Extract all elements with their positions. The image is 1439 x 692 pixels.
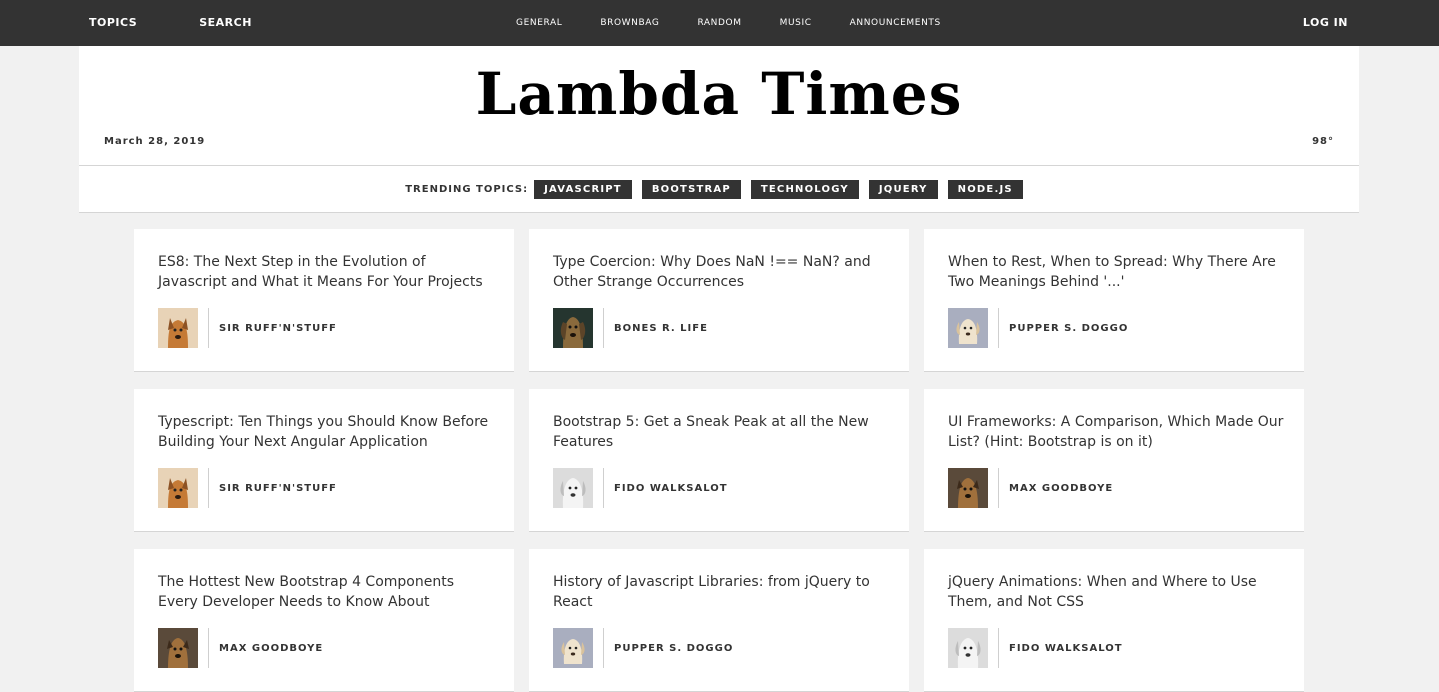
author-name[interactable]: MAX GOODBOYE xyxy=(219,643,323,654)
article-author: FIDO WALKSALOT xyxy=(553,468,728,508)
article-headline[interactable]: When to Rest, When to Spread: Why There … xyxy=(948,252,1288,292)
nav-link-brownbag[interactable]: BROWNBAG xyxy=(600,18,659,28)
author-name[interactable]: SIR RUFF'N'STUFF xyxy=(219,323,337,334)
author-avatar-icon xyxy=(948,308,988,348)
article-card[interactable]: When to Rest, When to Spread: Why There … xyxy=(924,229,1304,372)
article-headline[interactable]: ES8: The Next Step in the Evolution of J… xyxy=(158,252,498,292)
topic-tag-javascript[interactable]: JAVASCRIPT xyxy=(534,179,632,199)
author-avatar-icon xyxy=(553,468,593,508)
article-headline[interactable]: jQuery Animations: When and Where to Use… xyxy=(948,572,1288,612)
author-avatar-icon xyxy=(948,468,988,508)
author-name[interactable]: FIDO WALKSALOT xyxy=(614,483,728,494)
nav-link-general[interactable]: GENERAL xyxy=(516,18,562,28)
author-avatar-icon xyxy=(948,628,988,668)
author-divider xyxy=(603,468,604,508)
article-headline[interactable]: UI Frameworks: A Comparison, Which Made … xyxy=(948,412,1288,452)
author-divider xyxy=(208,468,209,508)
topbar-left-links: TOPICS SEARCH xyxy=(89,16,252,29)
article-card[interactable]: ES8: The Next Step in the Evolution of J… xyxy=(134,229,514,372)
author-name[interactable]: PUPPER S. DOGGO xyxy=(614,643,733,654)
author-name[interactable]: SIR RUFF'N'STUFF xyxy=(219,483,337,494)
author-divider xyxy=(603,628,604,668)
author-divider xyxy=(998,628,999,668)
article-headline[interactable]: Type Coercion: Why Does NaN !== NaN? and… xyxy=(553,252,893,292)
article-card[interactable]: Type Coercion: Why Does NaN !== NaN? and… xyxy=(529,229,909,372)
author-divider xyxy=(603,308,604,348)
article-headline[interactable]: The Hottest New Bootstrap 4 Components E… xyxy=(158,572,498,612)
trending-topics-bar: TRENDING TOPICS: JAVASCRIPT BOOTSTRAP TE… xyxy=(79,166,1359,213)
author-name[interactable]: BONES R. LIFE xyxy=(614,323,708,334)
author-divider xyxy=(998,468,999,508)
topic-tag-bootstrap[interactable]: BOOTSTRAP xyxy=(641,179,741,199)
article-headline[interactable]: Bootstrap 5: Get a Sneak Peak at all the… xyxy=(553,412,893,452)
article-author: PUPPER S. DOGGO xyxy=(553,628,733,668)
article-card[interactable]: Bootstrap 5: Get a Sneak Peak at all the… xyxy=(529,389,909,532)
masthead: Lambda Times March 28, 2019 98° xyxy=(79,46,1359,166)
article-author: MAX GOODBOYE xyxy=(948,468,1113,508)
article-card[interactable]: UI Frameworks: A Comparison, Which Made … xyxy=(924,389,1304,532)
author-avatar-icon xyxy=(158,628,198,668)
topics-link[interactable]: TOPICS xyxy=(89,16,137,29)
article-card[interactable]: Typescript: Ten Things you Should Know B… xyxy=(134,389,514,532)
author-divider xyxy=(208,308,209,348)
article-card[interactable]: The Hottest New Bootstrap 4 Components E… xyxy=(134,549,514,692)
article-card[interactable]: jQuery Animations: When and Where to Use… xyxy=(924,549,1304,692)
author-avatar-icon xyxy=(158,308,198,348)
nav-link-announcements[interactable]: ANNOUNCEMENTS xyxy=(850,18,941,28)
article-author: SIR RUFF'N'STUFF xyxy=(158,308,337,348)
nav-link-random[interactable]: RANDOM xyxy=(697,18,741,28)
author-name[interactable]: FIDO WALKSALOT xyxy=(1009,643,1123,654)
trending-topics-label: TRENDING TOPICS: xyxy=(405,183,529,195)
author-name[interactable]: PUPPER S. DOGGO xyxy=(1009,323,1128,334)
author-avatar-icon xyxy=(158,468,198,508)
topic-tag-technology[interactable]: TECHNOLOGY xyxy=(750,179,859,199)
article-author: PUPPER S. DOGGO xyxy=(948,308,1128,348)
article-card[interactable]: History of Javascript Libraries: from jQ… xyxy=(529,549,909,692)
temperature-label: 98° xyxy=(1312,136,1334,147)
article-author: SIR RUFF'N'STUFF xyxy=(158,468,337,508)
article-author: BONES R. LIFE xyxy=(553,308,708,348)
article-author: MAX GOODBOYE xyxy=(158,628,323,668)
articles-grid: ES8: The Next Step in the Evolution of J… xyxy=(134,229,1304,692)
article-headline[interactable]: History of Javascript Libraries: from jQ… xyxy=(553,572,893,612)
author-divider xyxy=(998,308,999,348)
author-divider xyxy=(208,628,209,668)
topic-tag-jquery[interactable]: JQUERY xyxy=(868,179,938,199)
article-headline[interactable]: Typescript: Ten Things you Should Know B… xyxy=(158,412,498,452)
date-label: March 28, 2019 xyxy=(104,136,206,147)
author-name[interactable]: MAX GOODBOYE xyxy=(1009,483,1113,494)
search-link[interactable]: SEARCH xyxy=(199,16,252,29)
author-avatar-icon xyxy=(553,308,593,348)
login-link[interactable]: LOG IN xyxy=(1303,16,1348,29)
nav-link-music[interactable]: MUSIC xyxy=(780,18,812,28)
topbar-category-links: GENERAL BROWNBAG RANDOM MUSIC ANNOUNCEME… xyxy=(516,18,979,28)
top-navigation-bar: TOPICS SEARCH GENERAL BROWNBAG RANDOM MU… xyxy=(0,0,1439,46)
article-author: FIDO WALKSALOT xyxy=(948,628,1123,668)
author-avatar-icon xyxy=(553,628,593,668)
site-title: Lambda Times xyxy=(475,60,963,128)
topic-tag-nodejs[interactable]: NODE.JS xyxy=(947,179,1023,199)
